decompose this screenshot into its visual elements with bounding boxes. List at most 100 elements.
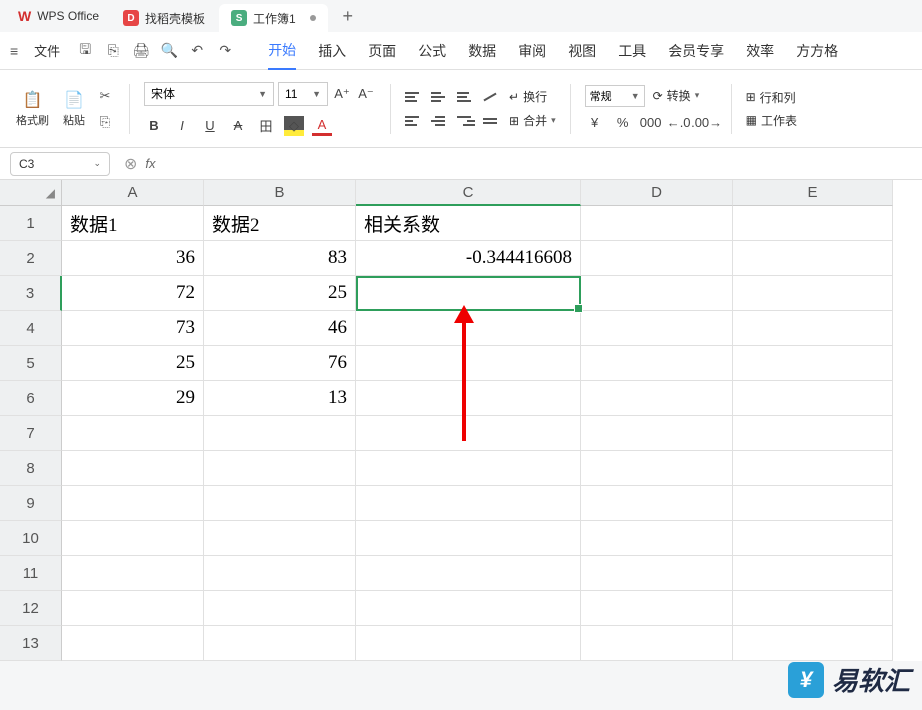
indent-icon[interactable] [483,112,501,130]
row-header[interactable]: 10 [0,521,62,556]
decrease-decimal-icon[interactable]: ←.0 [669,113,689,133]
cell[interactable] [733,206,893,241]
currency-icon[interactable]: ¥ [585,113,605,133]
row-header[interactable]: 2 [0,241,62,276]
align-center-icon[interactable] [431,112,449,130]
align-top-icon[interactable] [405,88,423,106]
cell[interactable] [62,416,204,451]
cell[interactable] [733,556,893,591]
redo-icon[interactable]: ↷ [216,42,234,60]
file-menu[interactable]: 文件 [28,37,66,64]
cell[interactable] [356,591,581,626]
cell[interactable] [356,416,581,451]
tab-formula[interactable]: 公式 [418,33,446,69]
cell[interactable]: 83 [204,241,356,276]
worksheet-button[interactable]: ▦工作表 [746,112,797,129]
cell[interactable]: 数据1 [62,206,204,241]
cell[interactable]: 46 [204,311,356,346]
cell[interactable] [581,626,733,661]
cell[interactable] [204,486,356,521]
cell[interactable] [204,416,356,451]
fx-icon[interactable]: fx [145,156,155,171]
cell[interactable] [581,206,733,241]
cell[interactable] [733,311,893,346]
cell[interactable] [733,381,893,416]
cell[interactable] [733,451,893,486]
col-header[interactable]: C [356,180,581,206]
copy-icon[interactable]: ⎘ [95,112,115,132]
cell[interactable] [356,451,581,486]
row-header[interactable]: 8 [0,451,62,486]
print-icon[interactable]: 🖨 [132,42,150,60]
cell[interactable] [733,521,893,556]
name-box[interactable]: C3 ⌄ [10,152,110,176]
decrease-font-icon[interactable]: A⁻ [356,84,376,104]
cell[interactable] [356,381,581,416]
wrap-button[interactable]: ↵换行 [509,88,547,105]
cell[interactable] [62,486,204,521]
cell[interactable] [581,591,733,626]
tab-page[interactable]: 页面 [368,33,396,69]
tab-workbook[interactable]: S 工作簿1 [219,4,328,32]
cell[interactable] [733,591,893,626]
cell[interactable] [204,451,356,486]
percent-icon[interactable]: % [613,113,633,133]
cell[interactable] [62,626,204,661]
cell[interactable] [581,241,733,276]
align-right-icon[interactable] [457,112,475,130]
cell[interactable] [733,276,893,311]
border-button[interactable]: 田 [256,116,276,136]
cell[interactable] [733,241,893,276]
row-header[interactable]: 1 [0,206,62,241]
merge-button[interactable]: ⊞合并▾ [509,112,556,129]
cell[interactable] [204,521,356,556]
cell[interactable] [581,311,733,346]
rows-cols-button[interactable]: ⊞行和列 [746,89,797,106]
tab-review[interactable]: 审阅 [518,33,546,69]
export-icon[interactable]: ⎘ [104,42,122,60]
cell[interactable] [62,451,204,486]
cell[interactable]: 76 [204,346,356,381]
cell[interactable] [581,556,733,591]
orientation-icon[interactable] [483,88,501,106]
col-header[interactable]: B [204,180,356,206]
cell[interactable] [62,591,204,626]
tab-templates[interactable]: D 找稻壳模板 [111,4,217,32]
tab-data[interactable]: 数据 [468,33,496,69]
italic-button[interactable]: I [172,116,192,136]
row-header[interactable]: 9 [0,486,62,521]
convert-button[interactable]: ⟳转换▾ [653,87,700,104]
add-tab-button[interactable]: + [336,4,360,28]
align-bottom-icon[interactable] [457,88,475,106]
row-header[interactable]: 4 [0,311,62,346]
cut-icon[interactable]: ✂ [95,86,115,106]
cell[interactable]: 73 [62,311,204,346]
tab-efficiency[interactable]: 效率 [746,33,774,69]
increase-font-icon[interactable]: A⁺ [332,84,352,104]
col-header[interactable]: D [581,180,733,206]
cell[interactable]: 36 [62,241,204,276]
preview-icon[interactable]: 🔍 [160,42,178,60]
row-header[interactable]: 12 [0,591,62,626]
row-header[interactable]: 6 [0,381,62,416]
row-header[interactable]: 11 [0,556,62,591]
cell[interactable] [356,556,581,591]
paste-button[interactable]: 📄 粘贴 [59,88,89,130]
cancel-formula-icon[interactable]: ⊗ [124,154,137,174]
cell[interactable] [733,346,893,381]
cell[interactable] [581,381,733,416]
row-header[interactable]: 5 [0,346,62,381]
cell[interactable] [204,556,356,591]
underline-button[interactable]: U [200,116,220,136]
cell[interactable] [356,486,581,521]
cell[interactable] [581,521,733,556]
select-all-corner[interactable]: ◢ [0,180,62,206]
save-icon[interactable]: 🖫 [76,42,94,60]
cell[interactable] [581,416,733,451]
number-format-select[interactable]: 常规 ▼ [585,85,645,107]
tab-ffg[interactable]: 方方格 [796,33,838,69]
cell[interactable] [62,521,204,556]
row-header[interactable]: 13 [0,626,62,661]
cell[interactable] [733,486,893,521]
cell[interactable]: -0.344416608 [356,241,581,276]
